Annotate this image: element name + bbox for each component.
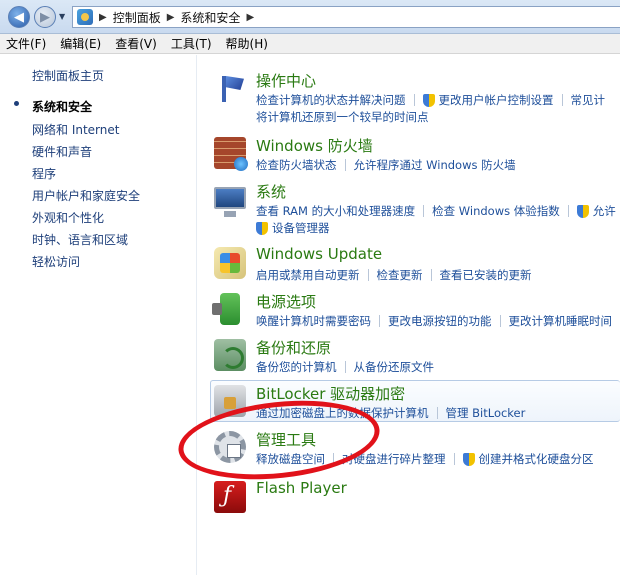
divider <box>430 269 432 281</box>
divider <box>367 269 369 281</box>
task-link[interactable]: 检查防火墙状态 <box>256 157 337 173</box>
task-link[interactable]: 备份您的计算机 <box>256 359 337 375</box>
task-link[interactable]: 检查更新 <box>377 267 423 283</box>
task-link[interactable]: 允许程序通过 Windows 防火墙 <box>354 157 516 173</box>
sidebar-item-clock-region[interactable]: 时钟、语言和区域 <box>32 231 128 248</box>
menu-edit[interactable]: 编辑(E) <box>60 35 101 52</box>
category-title[interactable]: 电源选项 <box>256 291 316 312</box>
task-link[interactable]: 检查 Windows 体验指数 <box>432 203 560 219</box>
chevron-right-icon[interactable]: ▶ <box>246 12 254 23</box>
bitlocker-icon[interactable] <box>214 385 246 417</box>
task-link[interactable]: 通过加密磁盘上的数据保护计算机 <box>256 405 429 421</box>
windows-update-icon[interactable] <box>214 247 246 279</box>
task-link[interactable]: 对硬盘进行碎片整理 <box>342 451 446 467</box>
current-page-bullet-icon <box>14 101 19 106</box>
flag-icon[interactable] <box>214 72 246 104</box>
task-link[interactable]: 查看已安装的更新 <box>440 267 532 283</box>
chevron-right-icon[interactable]: ▶ <box>167 12 175 23</box>
sidebar-item-system-security: 系统和安全 <box>32 100 93 114</box>
category-title[interactable]: 操作中心 <box>256 70 316 91</box>
address-bar: ◀ ▶ ▼ ▶ 控制面板 ▶ 系统和安全 ▶ <box>0 0 620 34</box>
task-link[interactable]: 允许 <box>593 203 616 219</box>
breadcrumb[interactable]: ▶ 控制面板 ▶ 系统和安全 ▶ <box>72 6 620 28</box>
category-title[interactable]: 管理工具 <box>256 429 316 450</box>
divider <box>499 315 501 327</box>
sidebar-item-user-accounts[interactable]: 用户帐户和家庭安全 <box>32 187 140 204</box>
divider <box>344 159 346 171</box>
breadcrumb-control-panel[interactable]: 控制面板 <box>113 9 161 26</box>
menu-tools[interactable]: 工具(T) <box>171 35 212 52</box>
task-link[interactable]: 唤醒计算机时需要密码 <box>256 313 371 329</box>
category-title[interactable]: 备份和还原 <box>256 337 331 358</box>
sidebar-item-programs[interactable]: 程序 <box>32 165 56 182</box>
uac-shield-icon <box>256 221 268 235</box>
menu-help[interactable]: 帮助(H) <box>226 35 268 52</box>
uac-shield-icon <box>462 452 475 466</box>
task-link[interactable]: 创建并格式化硬盘分区 <box>479 451 594 467</box>
forward-button[interactable]: ▶ <box>34 6 56 28</box>
main-content: 操作中心 检查计算机的状态并解决问题 更改用户帐户控制设置 常见计 将计算机还原… <box>198 55 620 575</box>
chevron-right-icon[interactable]: ▶ <box>99 12 107 23</box>
control-panel-icon <box>77 9 93 25</box>
sidebar-item-ease-of-access[interactable]: 轻松访问 <box>32 253 80 270</box>
task-link[interactable]: 从备份还原文件 <box>354 359 435 375</box>
sidebar-item-network[interactable]: 网络和 Internet <box>32 121 119 138</box>
menu-bar: 文件(F) 编辑(E) 查看(V) 工具(T) 帮助(H) <box>0 34 620 54</box>
sidebar-item-appearance[interactable]: 外观和个性化 <box>32 209 104 226</box>
category-title[interactable]: Flash Player <box>256 479 347 497</box>
task-link[interactable]: 检查计算机的状态并解决问题 <box>256 92 406 108</box>
divider <box>379 315 380 327</box>
category-title[interactable]: BitLocker 驱动器加密 <box>256 383 405 404</box>
recent-pages-dropdown-icon[interactable]: ▼ <box>59 12 65 21</box>
task-link[interactable]: 将计算机还原到一个较早的时间点 <box>256 109 429 125</box>
breadcrumb-system-security[interactable]: 系统和安全 <box>180 9 240 26</box>
sidebar-item-hardware-sound[interactable]: 硬件和声音 <box>32 143 92 160</box>
task-link[interactable]: 查看 RAM 的大小和处理器速度 <box>256 203 415 219</box>
menu-file[interactable]: 文件(F) <box>6 35 46 52</box>
divider <box>561 94 563 106</box>
task-link[interactable]: 设备管理器 <box>272 220 330 236</box>
divider <box>333 453 334 465</box>
task-link[interactable]: 启用或禁用自动更新 <box>256 267 360 283</box>
task-link[interactable]: 更改用户帐户控制设置 <box>439 92 554 108</box>
divider <box>453 453 455 465</box>
divider <box>567 205 569 217</box>
task-link[interactable]: 释放磁盘空间 <box>256 451 325 467</box>
category-title[interactable]: Windows Update <box>256 245 382 263</box>
task-link[interactable]: 常见计 <box>571 92 606 108</box>
divider <box>423 205 425 217</box>
category-title[interactable]: Windows 防火墙 <box>256 135 373 156</box>
divider <box>413 94 415 106</box>
task-link[interactable]: 更改电源按钮的功能 <box>388 313 492 329</box>
sidebar: 控制面板主页 系统和安全 网络和 Internet 硬件和声音 程序 用户帐户和… <box>0 55 197 575</box>
task-link[interactable]: 管理 BitLocker <box>446 405 526 421</box>
divider <box>436 407 438 419</box>
battery-icon[interactable] <box>212 293 240 325</box>
menu-view[interactable]: 查看(V) <box>115 35 157 52</box>
admin-tools-icon[interactable] <box>214 431 246 463</box>
flash-icon[interactable] <box>214 481 246 513</box>
category-title[interactable]: 系统 <box>256 181 286 202</box>
backup-icon[interactable] <box>214 339 246 371</box>
uac-shield-icon <box>422 93 435 107</box>
sidebar-home-link[interactable]: 控制面板主页 <box>32 67 104 84</box>
task-link[interactable]: 更改计算机睡眠时间 <box>509 313 613 329</box>
computer-icon[interactable] <box>214 187 246 217</box>
back-button[interactable]: ◀ <box>8 6 30 28</box>
firewall-icon[interactable] <box>214 137 248 171</box>
uac-shield-icon <box>576 204 589 218</box>
divider <box>344 361 346 373</box>
